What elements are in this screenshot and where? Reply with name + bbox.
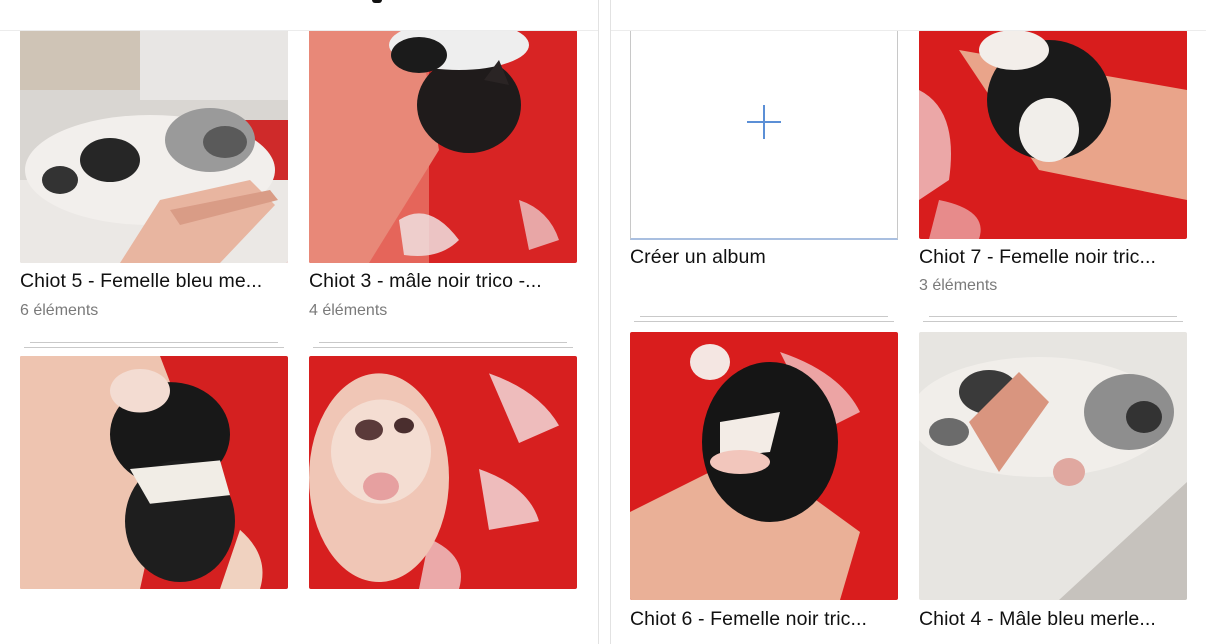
album-separator <box>20 342 288 352</box>
header-bar <box>0 0 598 31</box>
create-album-button[interactable] <box>630 30 898 240</box>
album-separator <box>309 342 577 352</box>
album-item-count: 4 éléments <box>309 302 388 319</box>
album-title[interactable]: Chiot 7 - Femelle noir tric... <box>919 246 1187 269</box>
album-thumbnail[interactable] <box>919 30 1187 239</box>
albums-panel-right: Créer un album Chiot 7 - Femelle noir tr… <box>610 0 1206 644</box>
album-thumbnail[interactable] <box>309 356 577 589</box>
album-thumbnail[interactable] <box>919 332 1187 600</box>
album-title[interactable]: Chiot 3 - mâle noir trico -... <box>309 270 577 293</box>
album-thumbnail[interactable] <box>20 30 288 263</box>
album-thumbnail[interactable] <box>630 332 898 600</box>
albums-panel-left: Chiot 5 - Femelle bleu me... 6 éléments … <box>0 0 599 644</box>
header-title-fragment <box>372 0 382 3</box>
album-item-count: 6 éléments <box>20 302 99 319</box>
album-title[interactable]: Chiot 4 - Mâle bleu merle... <box>919 608 1187 631</box>
album-separator <box>919 316 1187 326</box>
plus-icon <box>747 105 781 139</box>
header-bar <box>611 0 1206 31</box>
album-thumbnail[interactable] <box>20 356 288 589</box>
album-thumbnail[interactable] <box>309 30 577 263</box>
album-title[interactable]: Chiot 6 - Femelle noir tric... <box>630 608 898 631</box>
album-separator <box>630 316 898 326</box>
create-album-label[interactable]: Créer un album <box>630 246 898 269</box>
album-title[interactable]: Chiot 5 - Femelle bleu me... <box>20 270 288 293</box>
album-item-count: 3 éléments <box>919 277 998 294</box>
